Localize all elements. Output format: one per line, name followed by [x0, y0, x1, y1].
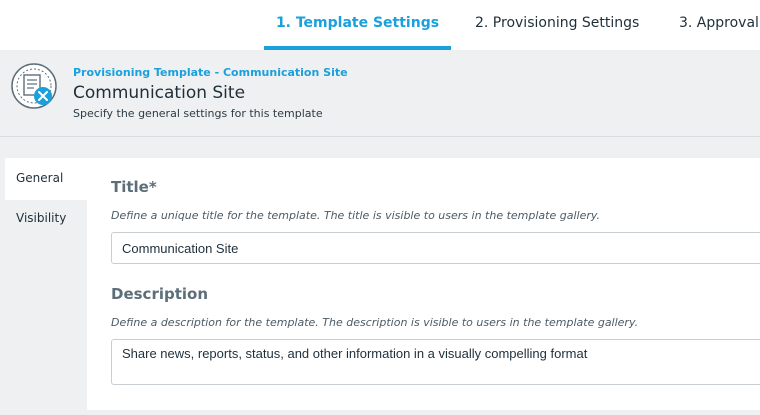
wizard-steps: 1. Template Settings 2. Provisioning Set…	[0, 0, 760, 50]
title-input[interactable]	[111, 232, 760, 264]
description-field-help: Define a description for the template. T…	[111, 316, 639, 329]
title-field-label: Title*	[111, 178, 157, 196]
site-settings-icon	[10, 62, 60, 112]
tab-approval[interactable]: 3. Approval	[679, 0, 759, 50]
description-field-label: Description	[111, 285, 209, 303]
tab-template-settings[interactable]: 1. Template Settings	[264, 0, 451, 50]
sidebar-item-general[interactable]: General	[5, 158, 87, 200]
description-input[interactable]: Share news, reports, status, and other i…	[111, 339, 760, 385]
title-field-help: Define a unique title for the template. …	[111, 209, 601, 222]
page-header: Provisioning Template - Communication Si…	[0, 50, 760, 137]
general-settings-panel: Title* Define a unique title for the tem…	[87, 158, 760, 410]
settings-sidenav: General Visibility	[0, 158, 87, 415]
sidebar-item-visibility[interactable]: Visibility	[5, 198, 87, 240]
page-subtitle: Specify the general settings for this te…	[73, 107, 323, 120]
page-title: Communication Site	[73, 83, 246, 103]
tab-provisioning-settings[interactable]: 2. Provisioning Settings	[475, 0, 639, 50]
breadcrumb[interactable]: Provisioning Template - Communication Si…	[73, 66, 348, 79]
